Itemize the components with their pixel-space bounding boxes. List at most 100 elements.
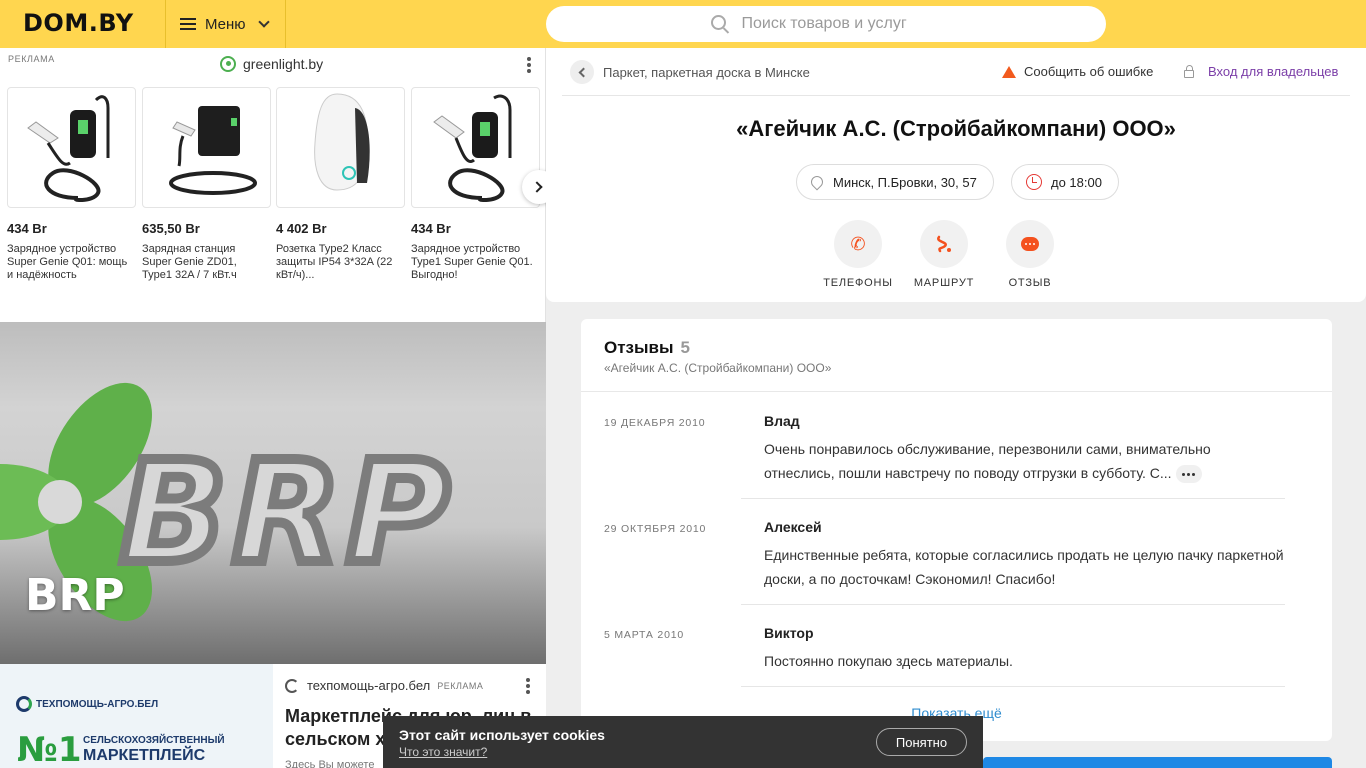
product-title: Зарядная станция Super Genie ZD01, Type1… [142,243,237,281]
review-date: 29 ОКТЯБРЯ 2010 [604,523,707,535]
agro-slogan-line1: СЕЛЬСКОХОЗЯЙСТВЕННЫЙ [83,735,225,746]
ad-product-card[interactable]: 434 Br Зарядное устройство Super Genie Q… [7,87,136,282]
ad-label: РЕКЛАМА [8,54,55,64]
owner-login-link[interactable]: Вход для владельцев [1184,64,1338,79]
reviews-subtitle: «Агейчик А.С. (Стройбайкомпани) ООО» [604,361,832,375]
banner-title: BRP [25,570,125,621]
product-price: 4 402 Br [276,221,327,236]
product-image [276,87,405,208]
clock-icon [1026,174,1042,190]
hours-text: до 18:00 [1051,174,1102,190]
greenlight-logo-icon [220,56,236,72]
divider [741,604,1285,605]
ad-products: 434 Br Зарядное устройство Super Genie Q… [7,87,547,317]
agro-description: Здесь Вы можете [285,759,375,768]
company-card: Паркет, паркетная доска в Минске Сообщит… [546,48,1366,302]
ad-label: РЕКЛАМА [437,680,484,691]
search-bar[interactable] [546,6,1106,42]
ad-brand-name: greenlight.by [243,56,324,72]
chevron-right-icon [531,181,543,193]
product-price: 434 Br [411,221,451,236]
review-label: ОТЗЫВ [1008,277,1052,289]
review-author: Виктор [764,625,814,641]
review-text: Единственные ребята, которые согласились… [764,547,1284,587]
review-text-content: Очень понравилось обслуживание, перезвон… [764,441,1211,481]
reviews-heading-text: Отзывы [604,338,674,357]
comment-icon [1006,220,1054,268]
ad-product-card[interactable]: 635,50 Br Зарядная станция Super Genie Z… [142,87,271,282]
report-error-label: Сообщить об ошибке [1024,64,1154,79]
agro-slogan-line2: МАРКЕТПЛЕЙС [83,747,206,764]
phones-label: ТЕЛЕФОНЫ [823,277,893,289]
write-review-button[interactable]: ОТЗЫВ [985,220,1075,289]
product-price: 434 Br [7,221,47,236]
divider [581,391,1332,392]
site-logo[interactable]: DOM.BY [23,9,134,37]
product-title: Зарядное устройство Type1 Super Genie Q0… [411,243,533,281]
agro-site-link[interactable]: техпомощь-агро.бел РЕКЛАМА [285,678,483,693]
review-text: Очень понравилось обслуживание, перезвон… [764,437,1284,485]
ad-brand-link[interactable]: greenlight.by [220,56,323,72]
banner-logo-wordmark: BRP [115,427,456,600]
cookie-title: Этот сайт использует cookies [399,727,605,743]
ad-options-icon[interactable] [526,678,530,694]
reviews-count: 5 [680,338,690,357]
agro-site-name: техпомощь-агро.бел [307,678,431,693]
divider [741,498,1285,499]
cookie-info-link[interactable]: Что это значит? [399,745,487,759]
search-icon [710,14,726,30]
route-icon [920,220,968,268]
agro-logo-text: ТЕХПОМОЩЬ-АГРО.БЕЛ [36,698,159,710]
address-text: Минск, П.Бровки, 30, 57 [833,174,977,190]
route-button[interactable]: МАРШРУТ [899,220,989,289]
review-text: Постоянно покупаю здесь материалы. [764,653,1013,669]
partial-action-button[interactable] [983,757,1332,768]
owner-login-label: Вход для владельцев [1208,64,1339,79]
hours-chip[interactable]: до 18:00 [1011,164,1119,200]
gear-icon [16,696,32,712]
expand-review-button[interactable] [1175,465,1202,484]
product-title: Зарядное устройство Super Genie Q01: мощ… [7,243,128,281]
ad-product-card[interactable]: 434 Br Зарядное устройство Type1 Super G… [411,87,540,282]
report-error-link[interactable]: Сообщить об ошибке [1002,64,1153,79]
review-date: 19 ДЕКАБРЯ 2010 [604,417,706,429]
review-date: 5 МАРТА 2010 [604,629,684,641]
product-title: Розетка Type2 Класс защиты IP54 3*32A (2… [276,243,393,281]
review-author: Влад [764,413,800,429]
chevron-left-icon [578,67,589,77]
reviews-section: Отзывы 5 «Агейчик А.С. (Стройбайкомпани) … [581,319,1332,741]
review-author: Алексей [764,519,822,535]
phone-icon: ✆ [834,220,882,268]
menu-label: Меню [205,15,246,33]
address-chip[interactable]: Минск, П.Бровки, 30, 57 [796,164,994,200]
cookie-banner: Этот сайт использует cookies Что это зна… [383,716,983,768]
ad-product-card[interactable]: 4 402 Br Розетка Type2 Класс защиты IP54… [276,87,405,282]
reviews-heading: Отзывы 5 [604,338,690,358]
agro-ad-image: ТЕХПОМОЩЬ-АГРО.БЕЛ №1 СЕЛЬСКОХОЗЯЙСТВЕНН… [0,664,273,768]
brp-banner[interactable]: BRP BRP [0,322,546,664]
product-price: 635,50 Br [142,221,200,236]
divider [562,95,1350,96]
page-title: «Агейчик А.С. (Стройбайкомпани) ООО» [736,116,1176,141]
search-input[interactable] [741,15,942,33]
product-image [411,87,540,208]
breadcrumb-link[interactable]: Паркет, паркетная доска в Минске [603,65,810,80]
product-image [142,87,271,208]
agro-logo: ТЕХПОМОЩЬ-АГРО.БЕЛ [16,696,158,712]
phones-button[interactable]: ✆ ТЕЛЕФОНЫ [813,220,903,289]
product-image [7,87,136,208]
agro-number: №1 [17,730,82,768]
hamburger-icon [180,18,196,30]
divider [741,686,1285,687]
menu-button[interactable]: Меню [165,0,286,48]
site-header: DOM.BY Меню [0,0,1366,48]
site-favicon-icon [285,678,299,693]
lock-icon [1184,64,1194,78]
cookie-accept-button[interactable]: Понятно [876,728,967,756]
ad-options-icon[interactable] [527,57,531,73]
chevron-down-icon [257,15,270,28]
back-button[interactable] [570,60,594,84]
product-ad-block: РЕКЛАМА greenlight.by 434 Br Зарядное ус… [0,48,556,322]
breadcrumb: Паркет, паркетная доска в Минске [570,60,810,84]
route-label: МАРШРУТ [913,277,975,289]
